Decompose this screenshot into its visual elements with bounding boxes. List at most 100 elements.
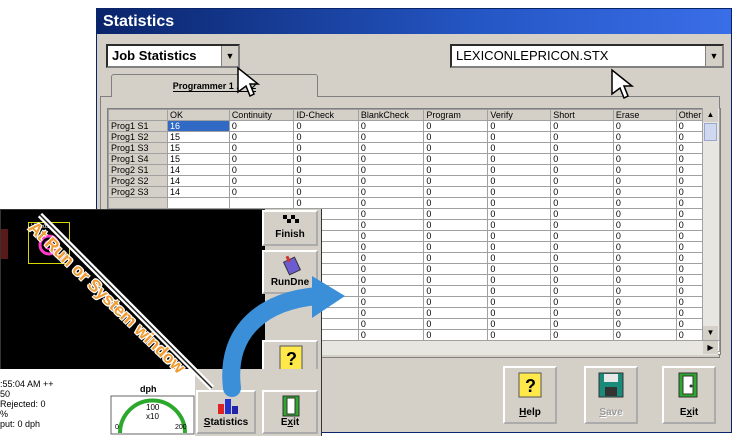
table-cell[interactable]: 0 [423,208,489,220]
table-cell[interactable]: 0 [550,120,614,132]
table-cell[interactable]: 0 [487,186,552,198]
table-cell[interactable]: 0 [487,307,552,319]
table-cell[interactable]: 0 [487,274,552,286]
table-cell[interactable] [167,197,230,209]
table-cell[interactable]: 0 [487,263,552,275]
table-cell[interactable]: 0 [487,296,552,308]
table-cell[interactable]: 0 [612,186,677,198]
column-header[interactable]: Program [423,109,489,121]
table-cell[interactable]: 0 [550,318,614,330]
column-header[interactable]: BlankCheck [357,109,425,121]
table-cell[interactable]: 0 [357,175,425,187]
save-button[interactable]: Save [584,366,638,424]
table-cell[interactable]: 0 [487,318,552,330]
column-header[interactable]: Short [550,109,614,121]
table-cell[interactable]: 0 [293,142,359,154]
table-cell[interactable]: 0 [423,296,489,308]
table-cell[interactable]: 0 [550,164,614,176]
row-header[interactable]: Prog2 S1 [108,164,169,176]
table-cell[interactable]: 0 [423,120,489,132]
table-cell[interactable]: 0 [423,219,489,231]
table-cell[interactable]: 0 [487,285,552,297]
table-cell[interactable]: 0 [612,153,677,165]
table-cell[interactable]: 0 [293,197,359,209]
table-cell[interactable]: 15 [167,131,230,143]
table-cell[interactable]: 0 [357,296,425,308]
table-cell[interactable]: 0 [487,131,552,143]
column-header[interactable]: Verify [487,109,552,121]
table-cell[interactable]: 0 [423,131,489,143]
table-cell[interactable]: 0 [423,318,489,330]
table-cell[interactable]: 0 [487,329,552,341]
help-button[interactable]: ? Help [503,366,557,424]
table-cell[interactable]: 0 [550,296,614,308]
table-cell[interactable]: 0 [357,252,425,264]
table-cell[interactable]: 0 [612,175,677,187]
table-cell[interactable]: 0 [228,164,295,176]
table-cell[interactable]: 14 [167,175,230,187]
table-cell[interactable]: 0 [487,197,552,209]
table-cell[interactable]: 0 [550,142,614,154]
table-cell[interactable]: 0 [487,153,552,165]
row-header[interactable]: Prog1 S2 [108,131,169,143]
table-cell[interactable]: 0 [423,186,489,198]
table-cell[interactable]: 0 [487,208,552,220]
table-cell[interactable]: 0 [228,120,295,132]
table-cell[interactable]: 0 [357,263,425,275]
statistics-button[interactable]: Statistics [196,390,256,434]
exit-button[interactable]: Exit [662,366,716,424]
table-cell[interactable]: 0 [423,230,489,242]
tab-programmer[interactable]: Programmer 1 ... 12 [111,74,318,97]
table-cell[interactable]: 0 [612,208,677,220]
table-cell[interactable]: 0 [228,142,295,154]
row-header[interactable]: Prog2 S3 [108,186,169,198]
table-cell[interactable]: 0 [612,131,677,143]
table-cell[interactable]: 0 [612,307,677,319]
table-cell[interactable]: 0 [550,252,614,264]
table-cell[interactable]: 0 [293,120,359,132]
scroll-right-icon[interactable]: ▶ [703,341,718,354]
table-cell[interactable]: 0 [612,142,677,154]
table-cell[interactable]: 0 [612,120,677,132]
table-cell[interactable]: 0 [550,329,614,341]
table-cell[interactable]: 0 [550,307,614,319]
table-cell[interactable]: 0 [550,186,614,198]
table-cell[interactable]: 0 [293,153,359,165]
row-header[interactable] [108,197,169,209]
table-cell[interactable]: 0 [357,131,425,143]
scroll-thumb[interactable] [704,123,717,141]
table-cell[interactable]: 0 [357,230,425,242]
table-cell[interactable]: 0 [612,285,677,297]
table-cell[interactable]: 15 [167,153,230,165]
rundne-button[interactable]: RunDne [262,250,318,294]
table-cell[interactable]: 0 [357,241,425,253]
table-cell[interactable]: 0 [612,263,677,275]
row-header[interactable]: Prog2 S2 [108,175,169,187]
table-cell[interactable]: 0 [423,175,489,187]
table-cell[interactable]: 0 [293,175,359,187]
table-cell[interactable]: 0 [293,164,359,176]
table-cell[interactable]: 0 [612,164,677,176]
row-header[interactable]: Prog1 S1 [108,120,169,132]
table-cell[interactable]: 0 [550,197,614,209]
table-cell[interactable]: 0 [612,274,677,286]
table-cell[interactable]: 0 [357,285,425,297]
table-cell[interactable]: 0 [550,263,614,275]
table-cell[interactable]: 0 [357,120,425,132]
table-cell[interactable]: 0 [550,285,614,297]
table-cell[interactable]: 0 [612,230,677,242]
table-cell[interactable]: 0 [550,241,614,253]
table-cell[interactable]: 0 [550,153,614,165]
vertical-scrollbar[interactable]: ▲ ▼ [702,108,719,340]
table-cell[interactable]: 0 [357,197,425,209]
table-cell[interactable]: 0 [550,175,614,187]
table-cell[interactable] [228,197,295,209]
table-cell[interactable]: 0 [550,274,614,286]
table-cell[interactable]: 0 [423,164,489,176]
table-cell[interactable]: 0 [423,142,489,154]
table-cell[interactable]: 0 [357,208,425,220]
table-cell[interactable]: 0 [357,307,425,319]
table-cell[interactable]: 0 [612,197,677,209]
table-cell[interactable]: 0 [550,219,614,231]
table-cell[interactable]: 0 [487,142,552,154]
